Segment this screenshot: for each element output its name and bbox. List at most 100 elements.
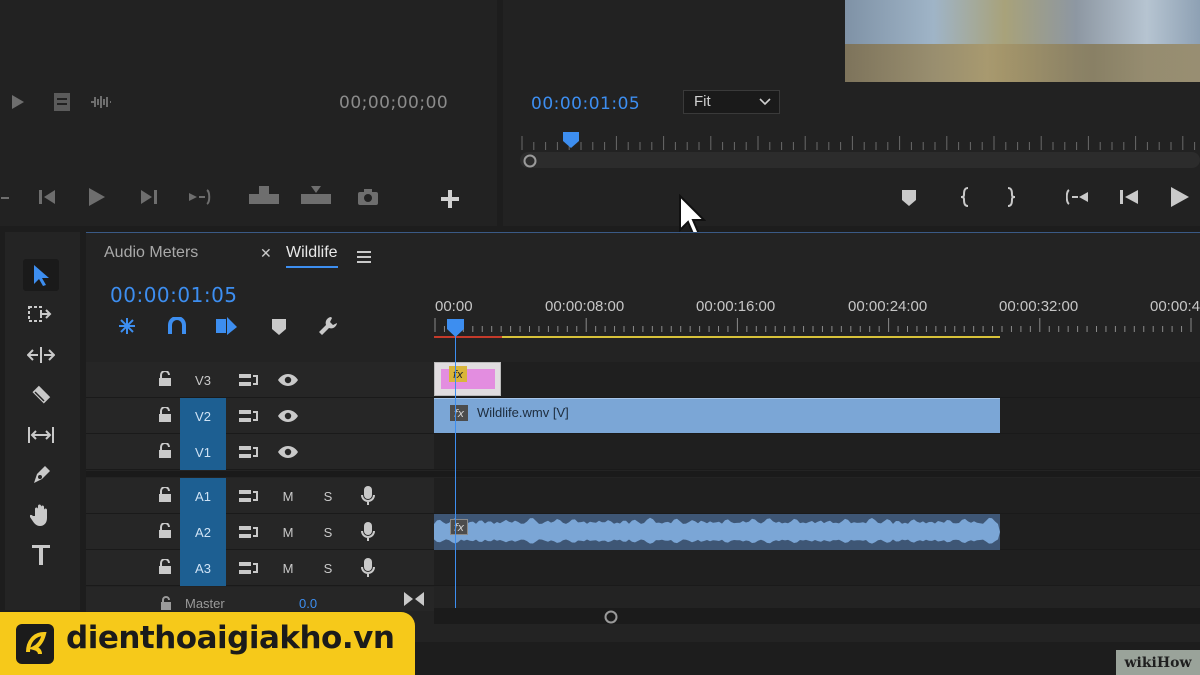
track-name[interactable]: A2 — [180, 514, 226, 550]
minus-icon[interactable] — [0, 188, 10, 208]
pen-tool-icon[interactable] — [23, 459, 59, 491]
track-name[interactable]: A3 — [180, 550, 226, 586]
solo-button[interactable]: S — [318, 514, 338, 550]
step-back-icon[interactable] — [1117, 186, 1141, 208]
track-header-v1: V1 — [86, 434, 434, 470]
hand-tool-icon[interactable] — [23, 499, 59, 531]
eye-icon[interactable] — [275, 362, 301, 398]
track-name[interactable]: A1 — [180, 478, 226, 514]
clip-name: Wildlife.wmv [V] — [477, 405, 569, 420]
wikihow-watermark: wikiHow — [1116, 650, 1200, 675]
brand-text: dienthoaigiakho.vn — [66, 620, 395, 656]
program-scrollbar[interactable] — [520, 152, 1200, 168]
track-lane-a3[interactable] — [434, 550, 1200, 586]
add-button-icon[interactable] — [438, 187, 462, 211]
play-icon[interactable] — [8, 92, 28, 112]
track-name[interactable]: V1 — [180, 434, 226, 470]
tab-audio-meters[interactable]: Audio Meters — [104, 244, 198, 262]
export-frame-icon[interactable] — [52, 91, 72, 113]
lock-icon[interactable] — [158, 486, 172, 503]
track-header-a1: A1 M S — [86, 478, 434, 514]
timeline-timecode[interactable]: 00:00:01:05 — [110, 283, 238, 307]
tab-wildlife[interactable]: Wildlife — [286, 244, 338, 268]
track-name[interactable]: V2 — [180, 398, 226, 434]
microphone-icon[interactable] — [358, 478, 378, 514]
go-to-in-icon[interactable] — [1064, 186, 1090, 208]
microphone-icon[interactable] — [358, 514, 378, 550]
sync-lock-icon[interactable] — [236, 478, 260, 514]
lock-icon[interactable] — [158, 522, 172, 539]
sync-lock-icon[interactable] — [236, 362, 260, 398]
program-playhead[interactable] — [563, 132, 579, 152]
type-tool-icon[interactable] — [23, 539, 59, 571]
eye-icon[interactable] — [275, 398, 301, 434]
ripple-edit-tool-icon[interactable] — [23, 339, 59, 371]
track-lane-v1[interactable] — [434, 434, 1200, 470]
timeline-scrollbar[interactable] — [434, 608, 1200, 624]
clip-title[interactable]: fx — [434, 362, 501, 396]
fx-badge: fx — [450, 519, 468, 535]
mute-button[interactable]: M — [278, 514, 298, 550]
eye-icon[interactable] — [275, 434, 301, 470]
play-button-icon[interactable] — [1168, 185, 1192, 209]
audio-waveform-icon[interactable] — [88, 92, 114, 112]
razor-tool-icon[interactable] — [23, 379, 59, 411]
scroll-handle[interactable] — [604, 609, 618, 628]
lock-icon[interactable] — [158, 406, 172, 423]
linked-selection-icon[interactable] — [214, 314, 240, 338]
ruler-label: 00:00:08:00 — [545, 298, 625, 315]
play-button-icon[interactable] — [86, 186, 108, 208]
track-header-v2: V2 — [86, 398, 434, 434]
go-to-edit-point-icon[interactable] — [404, 591, 424, 610]
clip-wildlife-audio[interactable]: fx — [434, 514, 1000, 550]
render-bar-yellow — [502, 336, 1000, 338]
panel-menu-icon[interactable] — [357, 248, 371, 267]
zoom-select[interactable]: Fit — [683, 90, 780, 114]
lock-icon[interactable] — [158, 370, 172, 387]
snap-magnet-icon[interactable] — [165, 315, 189, 337]
sync-lock-icon[interactable] — [236, 550, 260, 586]
mark-in-icon[interactable] — [954, 185, 976, 209]
track-lane-a1[interactable] — [434, 478, 1200, 514]
track-select-tool-icon[interactable] — [23, 299, 59, 331]
microphone-icon[interactable] — [358, 550, 378, 586]
master-volume-value[interactable]: 0.0 — [299, 596, 317, 611]
selection-tool-icon[interactable] — [23, 259, 59, 291]
add-marker-icon[interactable] — [268, 316, 290, 338]
ruler-label: 00:00:32:00 — [999, 298, 1079, 315]
zoom-select-value: Fit — [694, 93, 711, 110]
close-tab-icon[interactable]: ✕ — [260, 246, 272, 262]
go-to-out-icon[interactable] — [188, 186, 212, 208]
wrench-icon[interactable] — [316, 314, 340, 338]
mute-button[interactable]: M — [278, 478, 298, 514]
tools-panel — [5, 232, 80, 610]
program-time-ruler[interactable] — [520, 134, 1200, 154]
mute-button[interactable]: M — [278, 550, 298, 586]
step-back-icon[interactable] — [36, 186, 58, 208]
slip-tool-icon[interactable] — [23, 419, 59, 451]
sync-lock-icon[interactable] — [236, 514, 260, 550]
add-marker-icon[interactable] — [898, 187, 920, 209]
playhead-line[interactable] — [455, 330, 456, 608]
scroll-handle[interactable] — [523, 153, 537, 172]
program-video-frame — [845, 0, 1200, 82]
sync-lock-icon[interactable] — [236, 434, 260, 470]
track-name[interactable]: V3 — [180, 362, 226, 398]
chevron-down-icon — [759, 94, 771, 111]
lock-icon[interactable] — [158, 442, 172, 459]
source-timecode: 00;00;00;00 — [339, 93, 449, 113]
sync-lock-icon[interactable] — [236, 398, 260, 434]
nest-sequence-icon[interactable] — [115, 315, 139, 337]
camera-icon[interactable] — [356, 186, 380, 208]
lock-icon[interactable] — [158, 558, 172, 575]
track-lane-v3[interactable] — [434, 362, 1200, 398]
solo-button[interactable]: S — [318, 550, 338, 586]
solo-button[interactable]: S — [318, 478, 338, 514]
mark-out-icon[interactable] — [1000, 185, 1022, 209]
insert-icon[interactable] — [248, 184, 280, 208]
overwrite-icon[interactable] — [300, 184, 332, 208]
clip-wildlife-video[interactable]: fx Wildlife.wmv [V] — [434, 398, 1000, 433]
step-forward-icon[interactable] — [138, 186, 160, 208]
track-divider[interactable] — [86, 471, 1200, 477]
timeline-ruler[interactable] — [434, 318, 1200, 340]
